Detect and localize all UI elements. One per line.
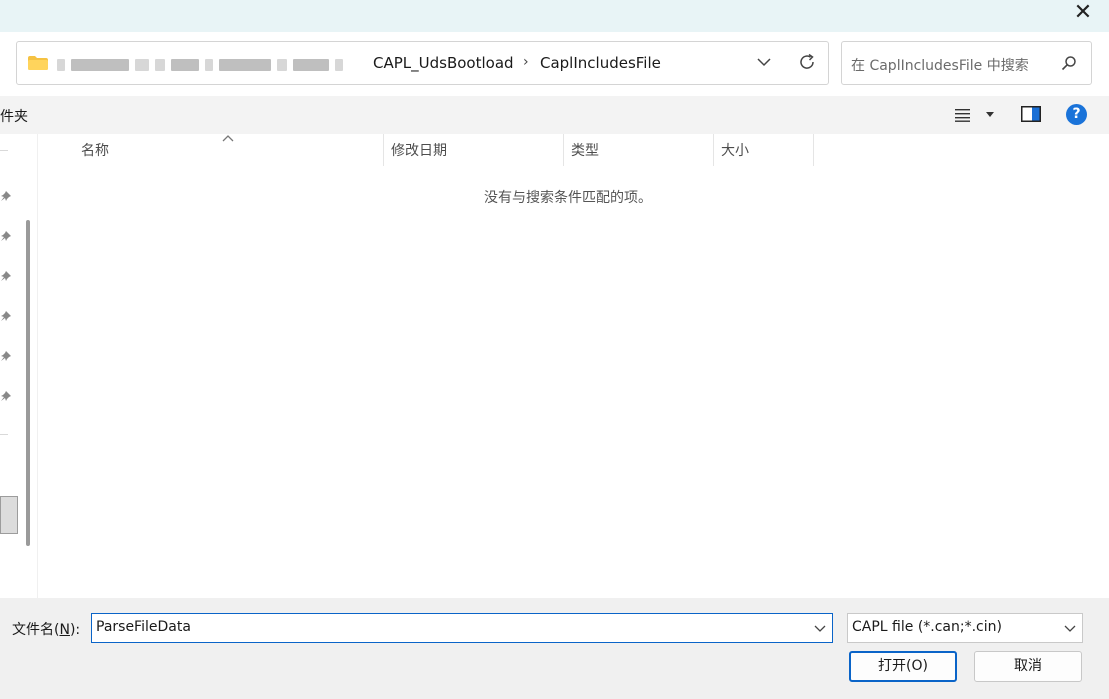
empty-results-message: 没有与搜索条件匹配的项。 — [484, 190, 652, 206]
nav-divider — [0, 434, 8, 435]
column-header-modified[interactable]: 修改日期 — [384, 134, 564, 166]
nav-scrollbar[interactable] — [26, 220, 30, 546]
nav-divider — [0, 150, 8, 151]
redacted-path — [57, 56, 377, 74]
breadcrumb-separator[interactable]: › — [523, 54, 529, 70]
folder-icon — [28, 56, 48, 70]
chevron-down-icon[interactable] — [814, 623, 826, 633]
command-bar: 件夹 ? — [0, 96, 1109, 134]
file-list: 名称 修改日期 类型 大小 没有与搜索条件匹配的项。 — [42, 134, 1109, 598]
preview-pane-icon[interactable] — [1021, 106, 1041, 122]
breadcrumb-caplincludesfile[interactable]: CaplIncludesFile — [540, 54, 661, 72]
title-bar: ✕ — [0, 0, 1109, 32]
filename-value: ParseFileData — [96, 619, 191, 635]
open-button[interactable]: 打开(O) — [849, 651, 957, 682]
file-type-value: CAPL file (*.can;*.cin) — [852, 619, 1002, 635]
address-bar[interactable]: CAPL_UdsBootload › CaplIncludesFile — [16, 41, 829, 85]
column-headers: 名称 修改日期 类型 大小 — [42, 134, 1109, 166]
refresh-icon[interactable] — [797, 52, 817, 72]
help-icon[interactable]: ? — [1066, 104, 1087, 125]
close-icon: ✕ — [1073, 0, 1093, 25]
file-type-select[interactable]: CAPL file (*.can;*.cin) — [847, 613, 1083, 643]
pin-icon — [1, 231, 11, 241]
new-folder-label[interactable]: 件夹 — [0, 106, 28, 126]
navigation-pane — [0, 134, 38, 598]
pin-icon — [1, 351, 11, 361]
chevron-down-icon[interactable] — [1064, 623, 1076, 633]
search-input[interactable]: 在 CaplIncludesFile 中搜索 — [841, 41, 1092, 85]
navigation-bar: CAPL_UdsBootload › CaplIncludesFile 在 Ca… — [0, 32, 1109, 96]
cancel-button[interactable]: 取消 — [974, 651, 1082, 682]
column-header-size[interactable]: 大小 — [714, 134, 814, 166]
pin-icon — [1, 391, 11, 401]
search-placeholder: 在 CaplIncludesFile 中搜索 — [851, 58, 1029, 74]
pin-icon — [1, 191, 11, 201]
nav-selected-item[interactable] — [0, 496, 18, 534]
close-button[interactable]: ✕ — [1071, 0, 1095, 27]
pin-icon — [1, 311, 11, 321]
chevron-down-icon[interactable] — [756, 54, 772, 70]
caret-down-icon[interactable] — [985, 112, 995, 118]
view-menu-icon[interactable] — [955, 108, 971, 122]
sort-ascending-icon — [222, 135, 234, 142]
pin-icon — [1, 271, 11, 281]
filename-label: 文件名(N): — [12, 622, 81, 638]
breadcrumb-capl-udsbootload[interactable]: CAPL_UdsBootload — [373, 54, 514, 72]
search-icon[interactable] — [1061, 55, 1077, 71]
filename-input[interactable]: ParseFileData — [91, 613, 833, 643]
column-header-type[interactable]: 类型 — [564, 134, 714, 166]
dialog-footer: 文件名(N): ParseFileData CAPL file (*.can;*… — [0, 598, 1109, 699]
